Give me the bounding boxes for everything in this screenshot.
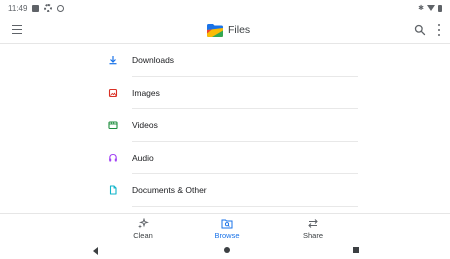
- bluetooth-icon: ✱: [418, 4, 424, 12]
- headphones-icon: [104, 149, 122, 167]
- nav-browse-label: Browse: [214, 231, 240, 240]
- menu-icon[interactable]: [12, 25, 22, 35]
- app-title-group: Files: [207, 22, 250, 38]
- list-item-label: Images: [132, 87, 160, 98]
- list-item-label: Audio: [132, 152, 154, 163]
- folder-search-icon: [221, 219, 233, 229]
- list-item-downloads[interactable]: Downloads: [98, 44, 358, 77]
- home-icon[interactable]: [224, 247, 230, 253]
- image-icon: [104, 84, 122, 102]
- recents-icon[interactable]: [353, 247, 359, 253]
- list-item-videos[interactable]: Videos: [98, 109, 358, 142]
- list-item-images[interactable]: Images: [98, 77, 358, 109]
- list-item-label: Documents & Other: [132, 185, 207, 196]
- system-nav-bar: [0, 244, 450, 259]
- nav-clean-label: Clean: [133, 231, 153, 240]
- nav-share[interactable]: Share: [283, 218, 343, 242]
- document-icon: [104, 181, 122, 199]
- list-item-documents[interactable]: Documents & Other: [98, 174, 358, 207]
- battery-icon: [438, 4, 442, 12]
- download-icon: [104, 51, 122, 69]
- list-item-label: Downloads: [132, 55, 175, 66]
- status-time: 11:49: [8, 3, 28, 13]
- app-title: Files: [228, 24, 251, 36]
- app-bar: Files: [0, 16, 450, 44]
- more-vert-icon[interactable]: [437, 24, 441, 36]
- nav-clean[interactable]: Clean: [113, 218, 173, 242]
- video-icon: [104, 116, 122, 134]
- search-icon[interactable]: [414, 24, 426, 36]
- list-item-audio[interactable]: Audio: [98, 142, 358, 174]
- status-bar: 11:49 ✱: [0, 0, 450, 16]
- nav-share-label: Share: [302, 231, 323, 240]
- list-item-label: Videos: [132, 120, 158, 131]
- files-logo-icon: [207, 23, 223, 37]
- bottom-nav: Clean Browse Share: [0, 213, 450, 244]
- status-left: 11:49: [8, 3, 65, 13]
- back-icon[interactable]: [93, 247, 98, 255]
- message-icon: [32, 4, 40, 12]
- status-right: ✱: [418, 4, 442, 12]
- at-icon: [57, 4, 65, 12]
- category-list: Downloads Images Videos Audio Documents …: [98, 44, 358, 207]
- nav-browse[interactable]: Browse: [197, 218, 257, 242]
- wifi-icon: [427, 5, 435, 11]
- gear-icon: [44, 4, 53, 12]
- list-divider: [132, 205, 358, 207]
- sparkle-icon: [138, 218, 149, 229]
- swap-icon: [308, 219, 318, 228]
